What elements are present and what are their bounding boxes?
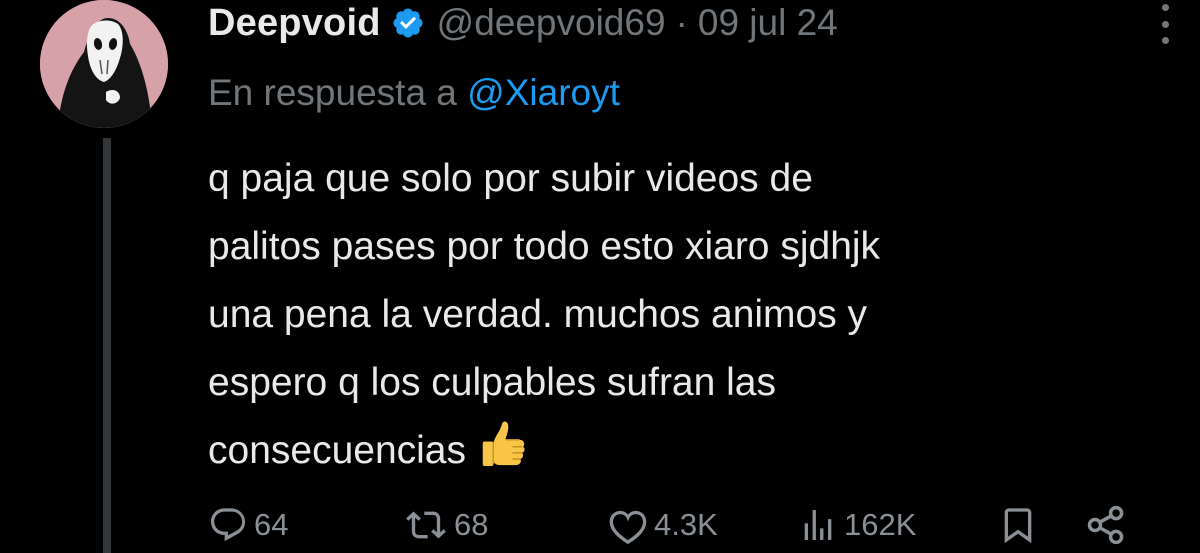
tweet-text: q paja que solo por subir videos de pali…: [208, 145, 1168, 485]
heart-icon: [608, 505, 648, 545]
tweet-text-line: consecuencias: [208, 429, 466, 472]
tweet-date[interactable]: 09 jul 24: [698, 2, 838, 44]
views-icon: [798, 505, 838, 545]
thumbs-up-emoji-icon: [474, 417, 530, 473]
repost-count: 68: [454, 507, 489, 542]
verified-badge-icon: [391, 6, 425, 40]
reply-count: 64: [254, 507, 289, 542]
tweet-header: Deepvoid @deepvoid69 · 09 jul 24: [208, 0, 838, 46]
thread-line: [103, 138, 111, 553]
separator-dot: ·: [675, 2, 688, 43]
reply-mention-link[interactable]: @Xiaroyt: [467, 72, 620, 113]
user-handle[interactable]: @deepvoid69: [437, 2, 666, 44]
more-options-icon[interactable]: [1150, 4, 1180, 44]
repost-button[interactable]: 68: [404, 500, 488, 550]
reply-icon: [208, 505, 248, 545]
tweet-text-line: q paja que solo por subir videos de: [208, 157, 813, 200]
share-button[interactable]: [1084, 500, 1128, 550]
tweet-text-line-last: consecuencias: [208, 417, 1168, 485]
avatar[interactable]: [40, 0, 168, 128]
display-name[interactable]: Deepvoid: [208, 2, 381, 45]
share-icon: [1084, 503, 1128, 547]
reply-prefix: En respuesta a: [208, 72, 457, 113]
masked-figure-avatar-icon: [40, 0, 168, 128]
tweet-text-line: palitos pases por todo esto xiaro sjdhjk: [208, 225, 881, 268]
tweet: Deepvoid @deepvoid69 · 09 jul 24 En resp…: [0, 0, 1200, 553]
views-count: 162K: [844, 507, 917, 542]
like-count: 4.3K: [654, 507, 718, 542]
action-bar: 64 68 4.3K 162K: [208, 500, 1168, 550]
views-button[interactable]: 162K: [798, 500, 916, 550]
repost-icon: [404, 505, 448, 545]
tweet-text-line: espero q los culpables sufran las: [208, 361, 776, 404]
bookmark-icon: [998, 504, 1038, 546]
tweet-text-line: una pena la verdad. muchos animos y: [208, 293, 868, 336]
reply-button[interactable]: 64: [208, 500, 288, 550]
like-button[interactable]: 4.3K: [608, 500, 718, 550]
reply-context: En respuesta a @Xiaroyt: [208, 72, 620, 114]
bookmark-button[interactable]: [998, 500, 1038, 550]
